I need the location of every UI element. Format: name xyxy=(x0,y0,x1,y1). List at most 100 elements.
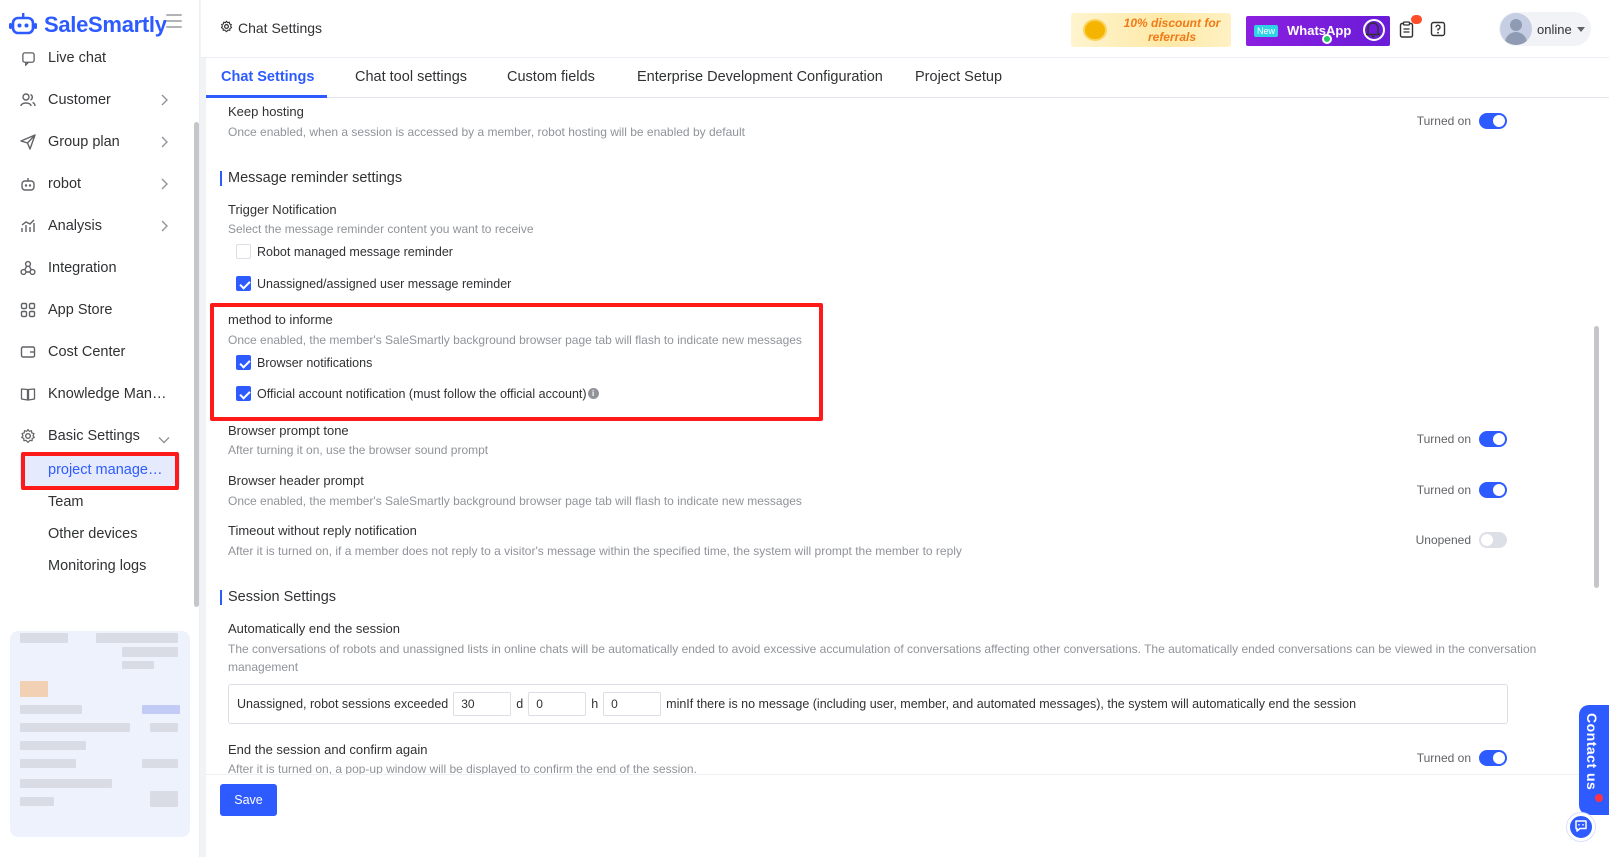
robot-logo-icon xyxy=(8,10,38,40)
browser-prompt-tone-desc: After turning it on, use the browser sou… xyxy=(228,443,489,457)
content-scrollbar[interactable] xyxy=(1594,326,1599,588)
user-reminder-checkbox[interactable]: Unassigned/assigned user message reminde… xyxy=(236,276,511,291)
keep-hosting-title: Keep hosting xyxy=(228,104,304,119)
integration-icon xyxy=(20,260,36,276)
auto-end-desc-line2: management xyxy=(228,660,299,674)
minutes-input[interactable] xyxy=(603,692,662,716)
browser-header-prompt-title: Browser header prompt xyxy=(228,473,364,488)
browser-header-prompt-toggle[interactable] xyxy=(1479,482,1507,498)
menu-collapse-icon[interactable] xyxy=(166,14,182,28)
sidebar-subitem-monitoring-logs[interactable]: Monitoring logs xyxy=(20,550,180,582)
chat-icon xyxy=(20,50,36,66)
book-icon xyxy=(20,386,36,402)
trigger-notification-title: Trigger Notification xyxy=(228,202,337,217)
help-icon[interactable] xyxy=(1429,20,1447,38)
browser-notifications-checkbox[interactable]: Browser notifications xyxy=(236,355,372,370)
trigger-notification-desc: Select the message reminder content you … xyxy=(228,222,534,236)
sidebar-subitem-label: Team xyxy=(48,494,84,510)
apps-icon xyxy=(20,302,36,318)
sidebar-item-customer[interactable]: Customer xyxy=(0,80,194,120)
method-to-inform-title: method to informe xyxy=(228,312,333,327)
referral-promo-text: 10% discount for referrals xyxy=(1123,16,1221,44)
official-account-checkbox[interactable]: Official account notification (must foll… xyxy=(236,386,599,401)
timeout-notification-desc: After it is turned on, if a member does … xyxy=(228,544,962,558)
sidebar-subitem-label: Monitoring logs xyxy=(48,558,147,574)
brand-logo[interactable]: SaleSmartly xyxy=(8,8,167,42)
hours-unit: h xyxy=(591,697,599,711)
checkbox-label: Official account notification (must foll… xyxy=(257,386,587,401)
browser-prompt-tone-toggle[interactable] xyxy=(1479,431,1507,447)
tab-custom-fields[interactable]: Custom fields xyxy=(507,69,595,85)
info-icon[interactable]: i xyxy=(587,388,599,399)
referral-promo-banner[interactable]: 10% discount for referrals xyxy=(1071,13,1231,47)
tab-enterprise-development[interactable]: Enterprise Development Configuration xyxy=(637,69,883,85)
sidebar-item-label: App Store xyxy=(48,302,113,318)
contact-us-label: Contact us xyxy=(1584,713,1600,791)
tab-chat-tool-settings[interactable]: Chat tool settings xyxy=(355,69,467,85)
sidebar-item-basic-settings[interactable]: Basic Settings xyxy=(0,416,194,456)
top-header: Chat Settings 10% discount for referrals… xyxy=(201,0,1609,58)
tab-chat-settings[interactable]: Chat Settings xyxy=(221,69,314,85)
robot-icon xyxy=(20,176,36,192)
online-status-dot xyxy=(1322,34,1332,44)
days-input[interactable] xyxy=(453,692,512,716)
checkbox-checked[interactable] xyxy=(236,355,251,370)
message-reminder-heading: Message reminder settings xyxy=(220,171,402,186)
browser-header-prompt-desc: Once enabled, the member's SaleSmartly b… xyxy=(228,494,802,508)
sidebar-item-robot[interactable]: robot xyxy=(0,164,194,204)
page-title-text: Chat Settings xyxy=(238,20,323,36)
sidebar-item-label: Integration xyxy=(48,260,117,276)
end-confirm-title: End the session and confirm again xyxy=(228,742,428,757)
end-confirm-toggle[interactable] xyxy=(1479,750,1507,766)
contact-us-tab[interactable]: Contact us xyxy=(1579,705,1609,815)
page-title: Chat Settings xyxy=(220,20,322,36)
sidebar-subitem-other-devices[interactable]: Other devices xyxy=(20,518,180,550)
new-badge: New xyxy=(1254,25,1279,37)
keep-hosting-toggle[interactable] xyxy=(1479,113,1507,129)
sidebar-item-group-plan[interactable]: Group plan xyxy=(0,122,194,162)
settings-gear-icon xyxy=(220,20,233,36)
chat-bubble-icon xyxy=(1574,819,1588,836)
sidebar-item-knowledge[interactable]: Knowledge Man… xyxy=(0,374,194,414)
browser-prompt-tone-state: Turned on xyxy=(1416,432,1471,446)
checkbox-checked[interactable] xyxy=(236,386,251,401)
sidebar-item-cost-center[interactable]: Cost Center xyxy=(0,332,194,372)
bell-icon[interactable] xyxy=(1364,20,1382,38)
sidebar-item-label: Cost Center xyxy=(48,344,126,360)
coin-icon xyxy=(1083,19,1107,41)
browser-header-prompt-state: Turned on xyxy=(1416,483,1471,497)
gear-icon xyxy=(20,428,36,444)
save-button[interactable]: Save xyxy=(220,784,277,816)
checkbox-checked[interactable] xyxy=(236,276,251,291)
end-confirm-state: Turned on xyxy=(1416,751,1471,765)
sidebar-item-analysis[interactable]: Analysis xyxy=(0,206,194,246)
user-menu[interactable]: online xyxy=(1499,12,1591,46)
session-settings-heading: Session Settings xyxy=(220,590,336,605)
tab-project-setup[interactable]: Project Setup xyxy=(915,69,1002,85)
hours-input[interactable] xyxy=(528,692,587,716)
chevron-right-icon xyxy=(160,94,168,110)
sidebar-item-app-store[interactable]: App Store xyxy=(0,290,194,330)
sidebar-scrollbar[interactable] xyxy=(194,122,199,607)
auto-end-title: Automatically end the session xyxy=(228,621,400,636)
chat-widget-button[interactable] xyxy=(1567,813,1595,841)
sidebar-subitem-team[interactable]: Team xyxy=(20,486,180,518)
sidebar-subitem-project-management[interactable]: project managem… xyxy=(20,454,180,486)
brand-name: SaleSmartly xyxy=(44,12,167,37)
sidebar-item-label: Group plan xyxy=(48,134,120,150)
people-icon xyxy=(20,92,36,108)
timeout-notification-title: Timeout without reply notification xyxy=(228,523,417,538)
settings-panel: Chat Settings Chat tool settings Custom … xyxy=(206,58,1609,857)
timeout-notification-toggle[interactable] xyxy=(1479,532,1507,548)
sidebar: SaleSmartly Live chat Customer Group pla… xyxy=(0,0,200,857)
sidebar-item-label: robot xyxy=(48,176,82,192)
robot-reminder-checkbox[interactable]: Robot managed message reminder xyxy=(236,244,453,259)
chevron-right-icon xyxy=(160,220,168,236)
auto-end-suffix: minIf there is no message (including use… xyxy=(666,697,1357,711)
sidebar-subitem-label: project managem… xyxy=(48,462,172,478)
clipboard-icon[interactable] xyxy=(1397,20,1415,38)
sidebar-item-live-chat[interactable]: Live chat xyxy=(0,38,194,78)
checkbox-unchecked[interactable] xyxy=(236,244,251,259)
browser-prompt-tone-title: Browser prompt tone xyxy=(228,423,349,438)
sidebar-item-integration[interactable]: Integration xyxy=(0,248,194,288)
